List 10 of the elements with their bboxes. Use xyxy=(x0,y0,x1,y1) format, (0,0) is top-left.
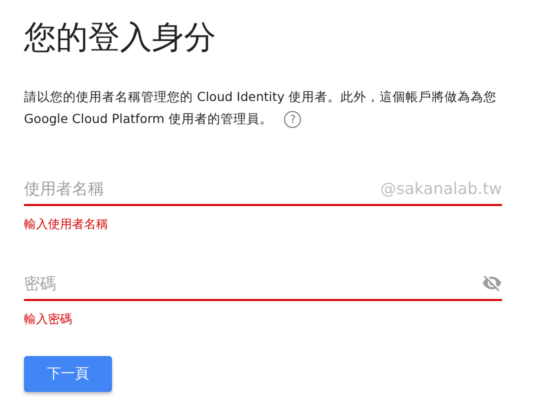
error-message: 輸入密碼 xyxy=(24,311,73,328)
username-field[interactable]: 使用者名稱 xyxy=(24,176,380,200)
eye-slash-icon[interactable] xyxy=(482,273,502,293)
page-title: 您的登入身分 xyxy=(24,17,217,58)
password-field[interactable]: 密碼 xyxy=(24,271,482,295)
domain-suffix: @sakanalab.tw xyxy=(380,178,502,198)
error-message: 輸入使用者名稱 xyxy=(24,216,109,233)
description-text: 請以您的使用者名稱管理您的 Cloud Identity 使用者。此外，這個帳戶將做為為您 Google Cloud Platform 使用者的管理員。 ? xyxy=(24,88,498,130)
next-button[interactable]: 下一頁 xyxy=(24,356,112,392)
help-icon[interactable]: ? xyxy=(284,111,302,128)
